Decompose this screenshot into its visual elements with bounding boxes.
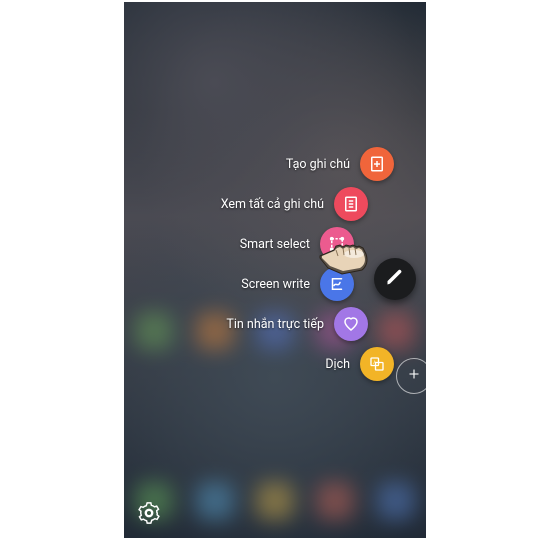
menu-item-live-message[interactable]: Tin nhắn trực tiếp [221, 304, 368, 344]
heart-icon [334, 307, 368, 341]
menu-item-label: Tin nhắn trực tiếp [226, 317, 324, 332]
notes-list-icon [334, 187, 368, 221]
note-add-icon [360, 147, 394, 181]
smart-select-icon [320, 227, 354, 261]
add-shortcut-button[interactable] [396, 358, 426, 394]
plus-icon [406, 366, 422, 386]
menu-item-label: Dịch [325, 357, 350, 372]
pen-icon [385, 267, 405, 291]
menu-item-label: Tạo ghi chú [286, 157, 350, 172]
menu-item-view-all-notes[interactable]: Xem tất cả ghi chú [221, 184, 368, 224]
menu-item-translate[interactable]: Dịch A [247, 344, 394, 384]
menu-item-smart-select[interactable]: Smart select [207, 224, 354, 264]
svg-text:A: A [373, 360, 376, 366]
phone-screen: Tạo ghi chú Xem tất cả ghi chú [124, 2, 426, 538]
settings-button[interactable] [138, 502, 162, 526]
translate-icon: A [360, 347, 394, 381]
menu-item-label: Smart select [240, 237, 310, 252]
screen-write-icon [320, 267, 354, 301]
gear-icon [138, 509, 160, 528]
bg-dock-row [124, 482, 426, 520]
menu-item-screen-write[interactable]: Screen write [207, 264, 354, 304]
spen-button[interactable] [374, 258, 416, 300]
air-command-menu: Tạo ghi chú Xem tất cả ghi chú [249, 144, 396, 384]
menu-item-label: Screen write [241, 277, 310, 292]
menu-item-create-note[interactable]: Tạo ghi chú [247, 144, 394, 184]
menu-item-label: Xem tất cả ghi chú [221, 197, 324, 212]
